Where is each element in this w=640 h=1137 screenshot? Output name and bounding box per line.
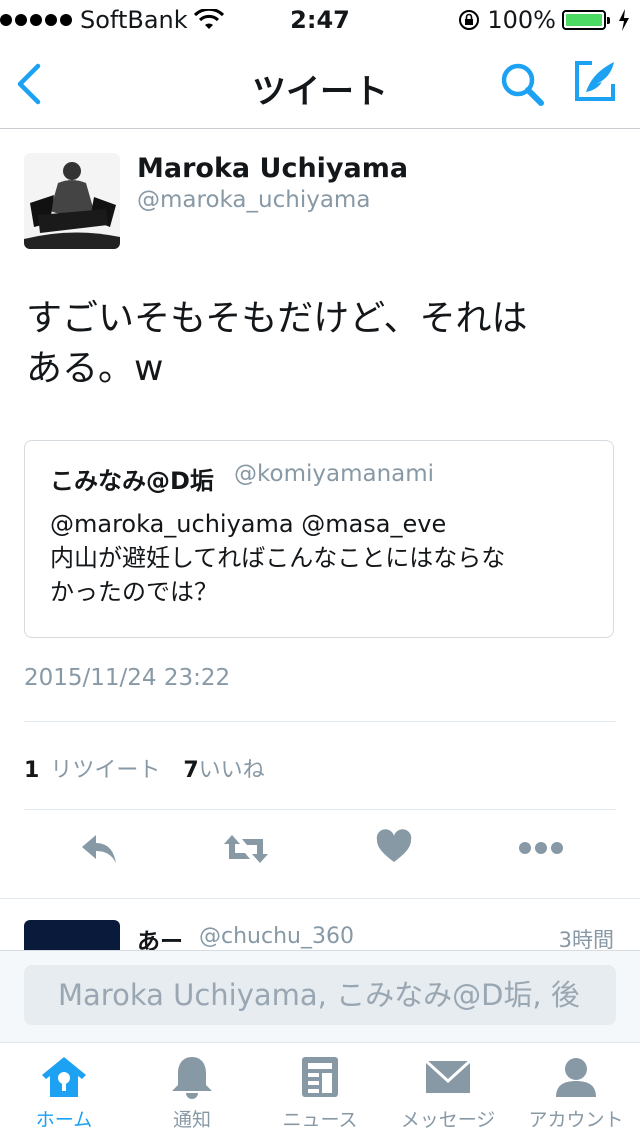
user-name[interactable]: Maroka Uchiyama bbox=[137, 153, 408, 184]
tab-label: 通知 bbox=[172, 1109, 211, 1131]
nav-bar: ツイート bbox=[0, 40, 640, 129]
charging-icon bbox=[619, 9, 629, 31]
tweet-stats: 1 リツイート 7いいね bbox=[24, 752, 265, 784]
avatar[interactable] bbox=[24, 153, 120, 249]
status-right: 100% bbox=[457, 6, 630, 34]
tab-label: ホーム bbox=[35, 1109, 93, 1131]
home-icon bbox=[42, 1057, 86, 1097]
retweet-count[interactable]: 1 bbox=[24, 758, 39, 783]
divider bbox=[24, 809, 616, 810]
tab-messages[interactable]: メッセージ bbox=[384, 1043, 512, 1137]
like-count[interactable]: 7 bbox=[183, 758, 198, 783]
tab-account[interactable]: アカウント bbox=[512, 1043, 640, 1137]
retweet-icon[interactable] bbox=[222, 829, 270, 869]
reply-user-name: あー bbox=[137, 929, 183, 950]
retweet-label[interactable]: リツイート bbox=[50, 758, 160, 783]
news-icon bbox=[302, 1057, 338, 1097]
reply-user-handle: @chuchu_360 bbox=[199, 924, 354, 949]
rotation-lock-icon bbox=[459, 10, 480, 30]
quoted-text-line: @maroka_uchiyama @masa_eve bbox=[50, 510, 447, 538]
status-bar: SoftBank 2:47 100% bbox=[0, 0, 640, 40]
quoted-text: @maroka_uchiyama @masa_eve 内山が避妊してればこんなこ… bbox=[50, 507, 595, 609]
tab-home[interactable]: ホーム bbox=[0, 1043, 128, 1137]
quoted-user-handle: @komiyamanami bbox=[234, 461, 435, 487]
quoted-text-line: 内山が避妊してればこんなことにはならな bbox=[50, 544, 506, 572]
avatar-image bbox=[24, 153, 120, 249]
tab-notifications[interactable]: 通知 bbox=[128, 1043, 256, 1137]
battery-percent: 100% bbox=[487, 6, 556, 34]
tab-news[interactable]: ニュース bbox=[256, 1043, 384, 1137]
reply-tweet[interactable]: あー @chuchu_360 3時間 bbox=[0, 898, 640, 950]
like-icon[interactable] bbox=[376, 829, 412, 865]
person-icon bbox=[556, 1058, 596, 1097]
reply-input[interactable]: Maroka Uchiyama, こみなみ@D垢, 後 bbox=[24, 965, 616, 1025]
reply-icon[interactable] bbox=[78, 829, 120, 869]
tweet-text: すごいそもそもだけど、それは ある。w bbox=[26, 294, 616, 394]
quoted-tweet[interactable]: こみなみ@D垢 @komiyamanami @maroka_uchiyama @… bbox=[24, 440, 614, 638]
tweet-timestamp: 2015/11/24 23:22 bbox=[24, 665, 231, 691]
bell-icon bbox=[172, 1057, 212, 1099]
like-label[interactable]: いいね bbox=[199, 758, 265, 783]
user-handle[interactable]: @maroka_uchiyama bbox=[137, 187, 370, 213]
divider bbox=[24, 721, 616, 722]
reply-time: 3時間 bbox=[558, 928, 614, 950]
quoted-user-name: こみなみ@D垢 bbox=[50, 467, 214, 495]
quoted-text-line: かったのでは？ bbox=[50, 578, 218, 606]
tab-label: アカウント bbox=[528, 1109, 624, 1131]
tweet-actions bbox=[0, 819, 640, 889]
tab-label: メッセージ bbox=[400, 1109, 496, 1131]
battery-fill bbox=[566, 14, 602, 26]
tab-label: ニュース bbox=[282, 1109, 358, 1131]
more-icon[interactable] bbox=[518, 829, 564, 865]
compose-icon[interactable] bbox=[572, 58, 618, 104]
avatar[interactable] bbox=[24, 920, 120, 950]
tab-bar: ホーム 通知 ニュース メッセージ アカウント bbox=[0, 1042, 640, 1136]
battery-icon bbox=[562, 10, 610, 30]
search-icon[interactable] bbox=[498, 60, 546, 108]
reply-composer: Maroka Uchiyama, こみなみ@D垢, 後 bbox=[0, 950, 640, 1043]
tweet-text-line: ある。w bbox=[26, 348, 164, 389]
tweet-text-line: すごいそもそもだけど、それは bbox=[26, 298, 528, 339]
envelope-icon bbox=[424, 1059, 472, 1093]
